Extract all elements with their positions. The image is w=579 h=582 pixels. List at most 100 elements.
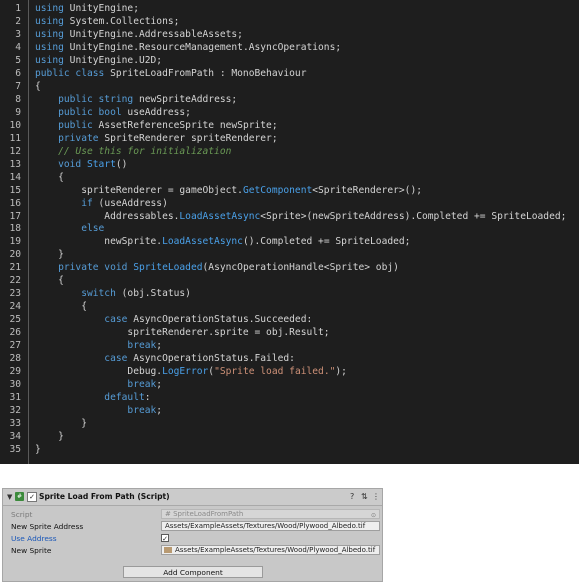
line-number: 9 <box>15 106 21 118</box>
code-token: public string <box>35 93 134 105</box>
code-line[interactable]: 20 } <box>0 249 579 262</box>
code-text: break; <box>35 340 162 353</box>
code-line[interactable]: 15 spriteRenderer = gameObject.GetCompon… <box>0 185 579 198</box>
code-token: ().Completed += SpriteLoaded; <box>242 236 411 248</box>
code-line[interactable]: 22 { <box>0 275 579 288</box>
code-line[interactable]: 17 Addressables.LoadAssetAsync<Sprite>(n… <box>0 211 579 224</box>
code-line[interactable]: 14 { <box>0 172 579 185</box>
code-token: spriteRenderer = gameObject. <box>35 184 243 196</box>
code-token: Addressables. <box>35 210 180 222</box>
new-sprite-value: Assets/ExampleAssets/Textures/Wood/Plywo… <box>175 546 376 554</box>
code-text: using System.Collections; <box>35 16 179 29</box>
code-line[interactable]: 31 default: <box>0 392 579 405</box>
code-token: public <box>35 119 93 131</box>
code-token: AsyncOperationStatus.Failed: <box>127 353 295 365</box>
code-text: using UnityEngine.ResourceManagement.Asy… <box>35 42 341 55</box>
code-text: { <box>35 172 64 185</box>
component-header[interactable]: ▼ # ✓ Sprite Load From Path (Script) ? ⇅… <box>3 489 382 506</box>
code-token: SpriteLoadFromPath : MonoBehaviour <box>104 67 307 79</box>
line-number: 6 <box>15 67 21 79</box>
code-text: case AsyncOperationStatus.Succeeded: <box>35 314 312 327</box>
settings-icon[interactable]: ⇅ <box>361 492 368 501</box>
code-line[interactable]: 34 } <box>0 431 579 444</box>
code-text: { <box>35 275 64 288</box>
line-number: 30 <box>9 379 21 391</box>
code-line[interactable]: 19 newSprite.LoadAssetAsync().Completed … <box>0 236 579 249</box>
code-line[interactable]: 35} <box>0 444 579 457</box>
code-token: ; <box>156 340 163 352</box>
code-line[interactable]: 3 using UnityEngine.AddressableAssets; <box>0 29 579 42</box>
code-line[interactable]: 28 case AsyncOperationStatus.Failed: <box>0 353 579 366</box>
component-title: Sprite Load From Path (Script) <box>39 492 170 501</box>
code-line[interactable]: 7{ <box>0 81 579 94</box>
line-number: 14 <box>9 171 21 183</box>
code-line[interactable]: 21 private void SpriteLoaded(AsyncOperat… <box>0 262 579 275</box>
code-token: LogError <box>162 366 209 378</box>
code-line[interactable]: 16 if (useAddress) <box>0 198 579 211</box>
code-line[interactable]: 6 public class SpriteLoadFromPath : MonoB… <box>0 68 579 81</box>
code-token: "Sprite load failed." <box>214 366 336 378</box>
code-line[interactable]: 33 } <box>0 418 579 431</box>
script-field-prefix-icon: # <box>165 510 174 518</box>
code-line[interactable]: 11 private SpriteRenderer spriteRenderer… <box>0 133 579 146</box>
code-line[interactable]: 4 using UnityEngine.ResourceManagement.As… <box>0 42 579 55</box>
code-token: Start <box>87 158 116 170</box>
line-number: 22 <box>9 275 21 287</box>
line-number: 2 <box>15 15 21 27</box>
code-line[interactable]: 10 public AssetReferenceSprite newSprite… <box>0 120 579 133</box>
code-line[interactable]: 27 break; <box>0 340 579 353</box>
code-token: <Sprite>(newSpriteAddress).Completed += … <box>260 210 567 222</box>
code-line[interactable]: 9 public bool useAddress; <box>0 107 579 120</box>
code-line[interactable]: 2 using System.Collections; <box>0 16 579 29</box>
code-token: Debug. <box>35 366 163 378</box>
code-line[interactable]: 5 using UnityEngine.U2D; <box>0 55 579 68</box>
code-text: public AssetReferenceSprite newSprite; <box>35 120 278 133</box>
code-line[interactable]: 1 using UnityEngine; <box>0 3 579 16</box>
component-enabled-checkbox[interactable]: ✓ <box>27 492 37 502</box>
new-sprite-asset-field[interactable]: Assets/ExampleAssets/Textures/Wood/Plywo… <box>161 545 380 555</box>
code-text: void Start() <box>35 159 127 172</box>
line-number: 11 <box>9 132 21 144</box>
code-text: default: <box>35 392 150 405</box>
use-address-checkbox[interactable]: ✓ <box>161 534 169 543</box>
line-number: 16 <box>9 197 21 209</box>
code-line[interactable]: 23 switch (obj.Status) <box>0 288 579 301</box>
add-component-button[interactable]: Add Component <box>123 566 263 578</box>
line-number: 25 <box>9 314 21 326</box>
line-number: 18 <box>9 223 21 235</box>
code-line[interactable]: 30 break; <box>0 379 579 392</box>
code-token: using <box>35 15 64 27</box>
code-editor[interactable]: 1 using UnityEngine; 2 using System.Collect… <box>0 0 579 464</box>
code-line[interactable]: 25 case AsyncOperationStatus.Succeeded: <box>0 314 579 327</box>
code-token: LoadAssetAsync <box>179 210 261 222</box>
new-sprite-address-input[interactable]: Assets/ExampleAssets/Textures/Wood/Plywo… <box>161 521 380 531</box>
question-icon[interactable]: ? <box>350 492 354 501</box>
code-line[interactable]: 26 spriteRenderer.sprite = obj.Result; <box>0 327 579 340</box>
code-lines: 1 using UnityEngine; 2 using System.Collect… <box>0 3 579 457</box>
code-text: using UnityEngine; <box>35 3 139 16</box>
code-token: UnityEngine.ResourceManagement.AsyncOper… <box>63 41 342 53</box>
code-text: spriteRenderer.sprite = obj.Result; <box>35 327 330 340</box>
code-line[interactable]: 29 Debug.LogError("Sprite load failed.")… <box>0 366 579 379</box>
row-use-address: Use Address ✓ <box>3 532 382 544</box>
foldout-arrow-icon[interactable]: ▼ <box>7 493 12 501</box>
code-line[interactable]: 12 // Use this for initialization <box>0 146 579 159</box>
code-text: } <box>35 249 64 262</box>
code-token: spriteRenderer.sprite = obj.Result; <box>35 327 330 339</box>
code-line[interactable]: 32 break; <box>0 405 579 418</box>
line-number: 23 <box>9 288 21 300</box>
code-token: private <box>35 132 99 144</box>
code-line[interactable]: 8 public string newSpriteAddress; <box>0 94 579 107</box>
line-number: 21 <box>9 262 21 274</box>
code-token: LoadAssetAsync <box>162 236 243 248</box>
code-line[interactable]: 13 void Start() <box>0 159 579 172</box>
new-sprite-address-label: New Sprite Address <box>11 522 84 531</box>
code-token: { <box>35 301 87 313</box>
code-token: { <box>35 275 64 287</box>
line-number: 19 <box>9 236 21 248</box>
code-token: UnityEngine; <box>63 3 139 14</box>
code-line[interactable]: 24 { <box>0 301 579 314</box>
line-number: 26 <box>9 327 21 339</box>
code-line[interactable]: 18 else <box>0 223 579 236</box>
more-icon[interactable]: ⋮ <box>372 492 380 501</box>
